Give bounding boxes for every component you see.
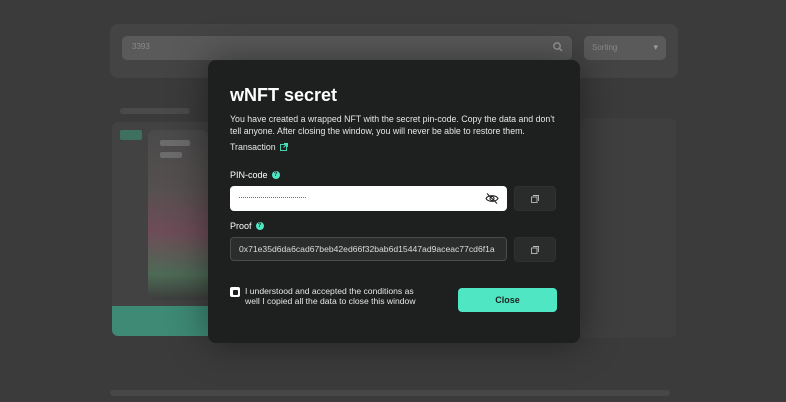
close-button[interactable]: Close	[458, 288, 557, 312]
breadcrumb	[112, 0, 318, 4]
search-value: 3393	[132, 42, 150, 51]
transaction-link[interactable]: Transaction	[230, 142, 288, 152]
pin-code-label-text: PIN-code	[230, 170, 268, 180]
pin-code-value: ··································	[238, 192, 307, 202]
pin-code-label: PIN-code ?	[230, 170, 280, 180]
section-heading	[120, 108, 190, 114]
external-link-icon	[279, 143, 288, 151]
proof-value: 0x71e35d6da6cad67beb42ed66f32bab6d15447a…	[239, 244, 495, 254]
side-panel	[580, 118, 676, 338]
sort-select[interactable]: Sorting ▾	[584, 36, 666, 60]
nft-image	[148, 130, 208, 300]
help-icon[interactable]: ?	[255, 222, 264, 230]
confirm-checkbox[interactable]	[230, 287, 240, 297]
copy-pin-button[interactable]	[514, 186, 556, 211]
copy-icon	[531, 245, 539, 254]
search-input[interactable]: 3393	[122, 36, 572, 60]
copy-icon	[531, 194, 539, 203]
nft-card[interactable]	[112, 122, 220, 336]
modal-description: You have created a wrapped NFT with the …	[230, 114, 555, 136]
proof-label-text: Proof	[230, 221, 252, 231]
eye-off-icon[interactable]	[485, 192, 499, 205]
wnft-secret-modal: wNFT secret You have created a wrapped N…	[208, 60, 580, 343]
confirm-checkbox-label: I understood and accepted the conditions…	[245, 286, 416, 306]
modal-title: wNFT secret	[230, 85, 338, 105]
pin-code-input[interactable]: ··································	[230, 186, 507, 211]
chevron-down-icon: ▾	[653, 42, 658, 52]
card-badge	[120, 130, 142, 140]
transaction-link-label: Transaction	[230, 142, 276, 152]
proof-label: Proof ?	[230, 221, 264, 231]
help-icon[interactable]: ?	[271, 171, 280, 179]
search-icon	[553, 42, 563, 52]
sort-select-value: Sorting	[592, 43, 618, 52]
footer-text	[110, 390, 670, 396]
copy-proof-button[interactable]	[514, 237, 556, 262]
proof-input[interactable]: 0x71e35d6da6cad67beb42ed66f32bab6d15447a…	[230, 237, 507, 261]
card-action-bar[interactable]	[112, 306, 220, 336]
